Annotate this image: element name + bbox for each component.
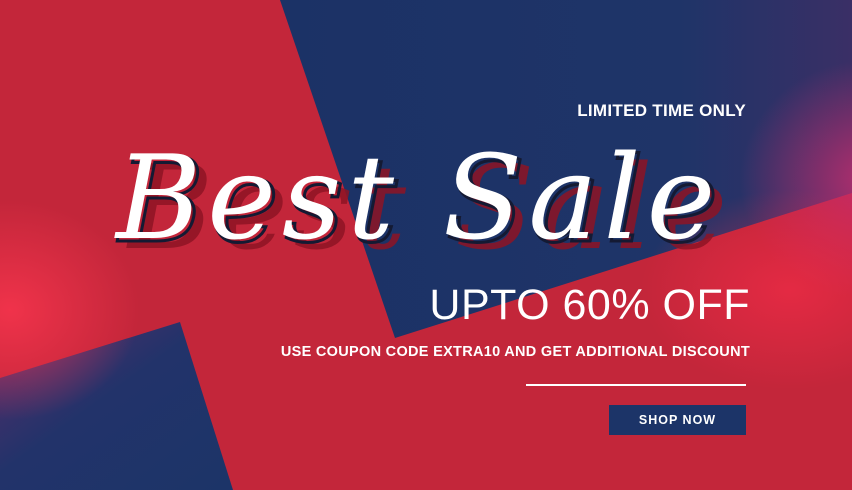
sale-banner: LIMITED TIME ONLY Best Sale Best Sale Be… (0, 0, 852, 490)
coupon-text: USE COUPON CODE EXTRA10 AND GET ADDITION… (280, 344, 750, 360)
discount-headline: UPTO 60% OFF (429, 281, 750, 329)
shop-now-button[interactable]: SHOP NOW (609, 405, 746, 435)
divider-line (526, 384, 746, 386)
script-title-text: Best Sale (114, 131, 721, 266)
